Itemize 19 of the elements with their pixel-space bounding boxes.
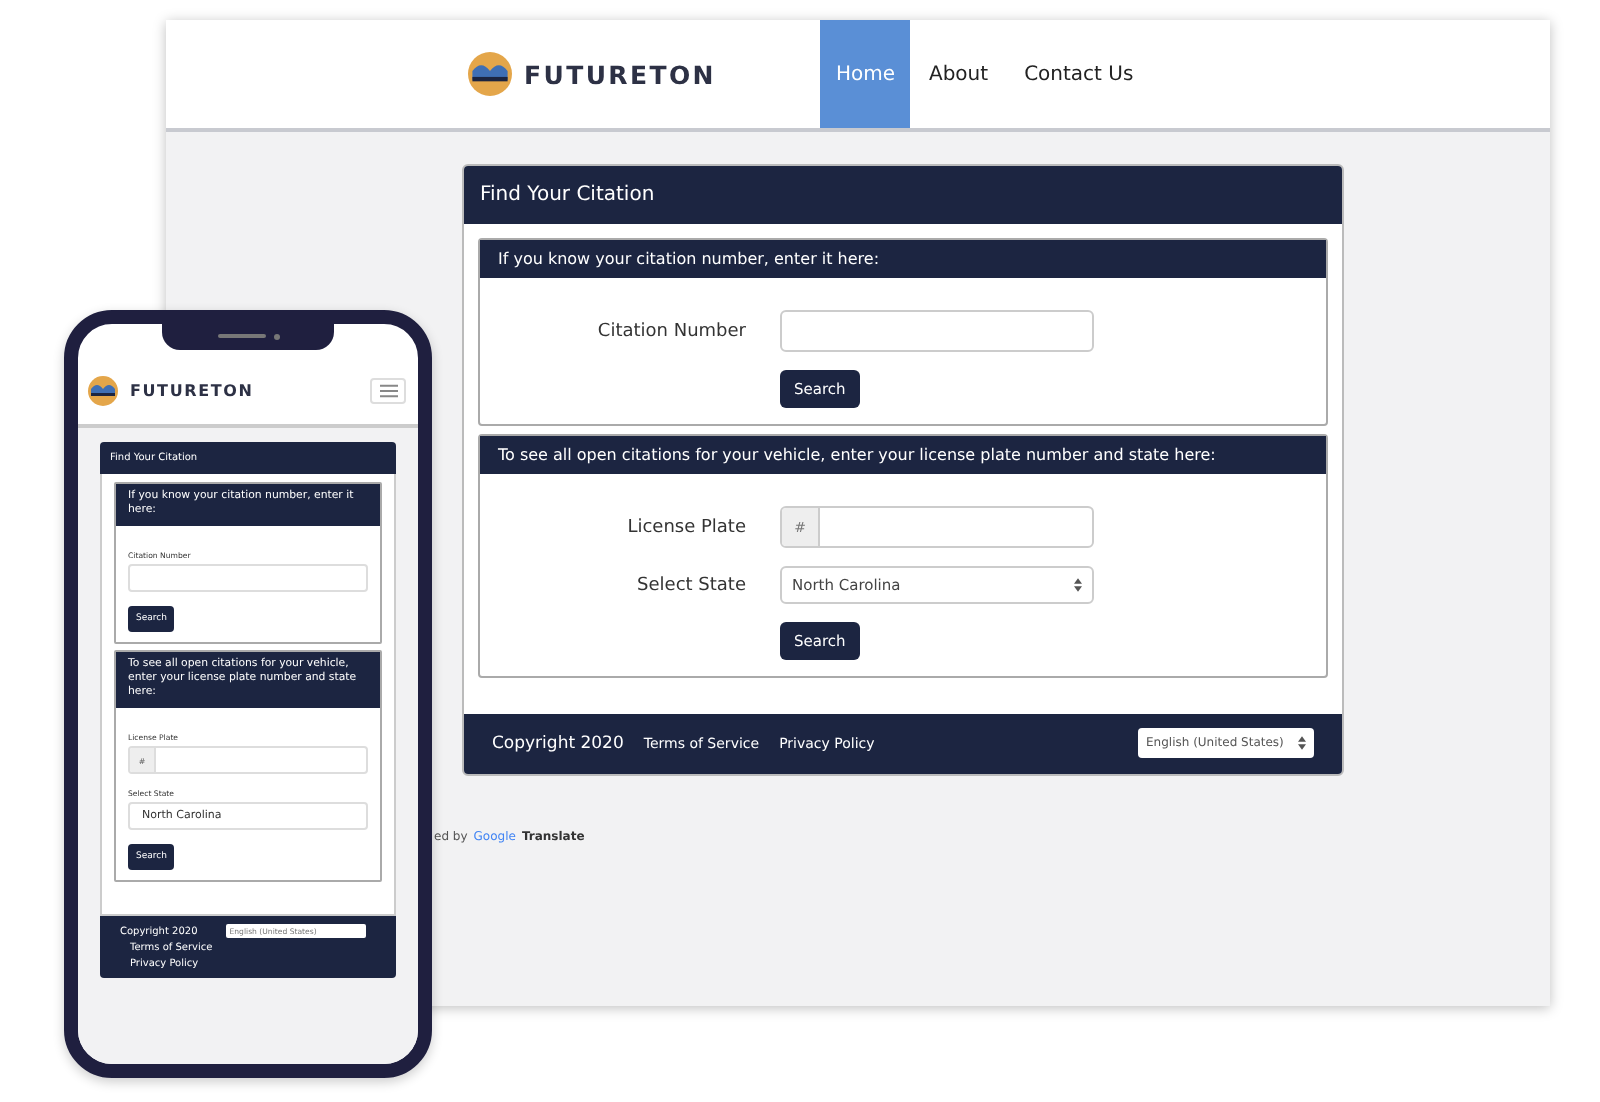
panel-heading: If you know your citation number, enter it here: xyxy=(480,240,1326,278)
nav-link[interactable]: About xyxy=(910,20,1007,128)
up-down-arrows-icon xyxy=(1074,578,1082,592)
bridge-logo-icon xyxy=(468,52,512,96)
up-down-arrows-icon xyxy=(1298,736,1306,750)
brand-name: FUTURETON xyxy=(130,381,254,399)
nav-link[interactable]: Contact Us xyxy=(1006,20,1152,128)
field-label: License Plate xyxy=(625,517,746,537)
menu-button[interactable] xyxy=(370,377,406,403)
field-label: Citation Number xyxy=(595,321,746,341)
citation-number-field[interactable] xyxy=(780,310,1094,352)
copyright-text: Copyright 2020 xyxy=(492,733,624,753)
field-label: Select State xyxy=(635,575,746,595)
panel-heading: To see all open citations for your vehicle, enter your license plate number and state here: xyxy=(480,436,1326,474)
bridge-logo-icon xyxy=(88,375,118,405)
brand-name: FUTURETON xyxy=(524,59,716,89)
menu-icon xyxy=(379,383,397,397)
citation-number-field[interactable] xyxy=(128,564,368,592)
card-title: Find Your Citation xyxy=(464,166,1342,224)
